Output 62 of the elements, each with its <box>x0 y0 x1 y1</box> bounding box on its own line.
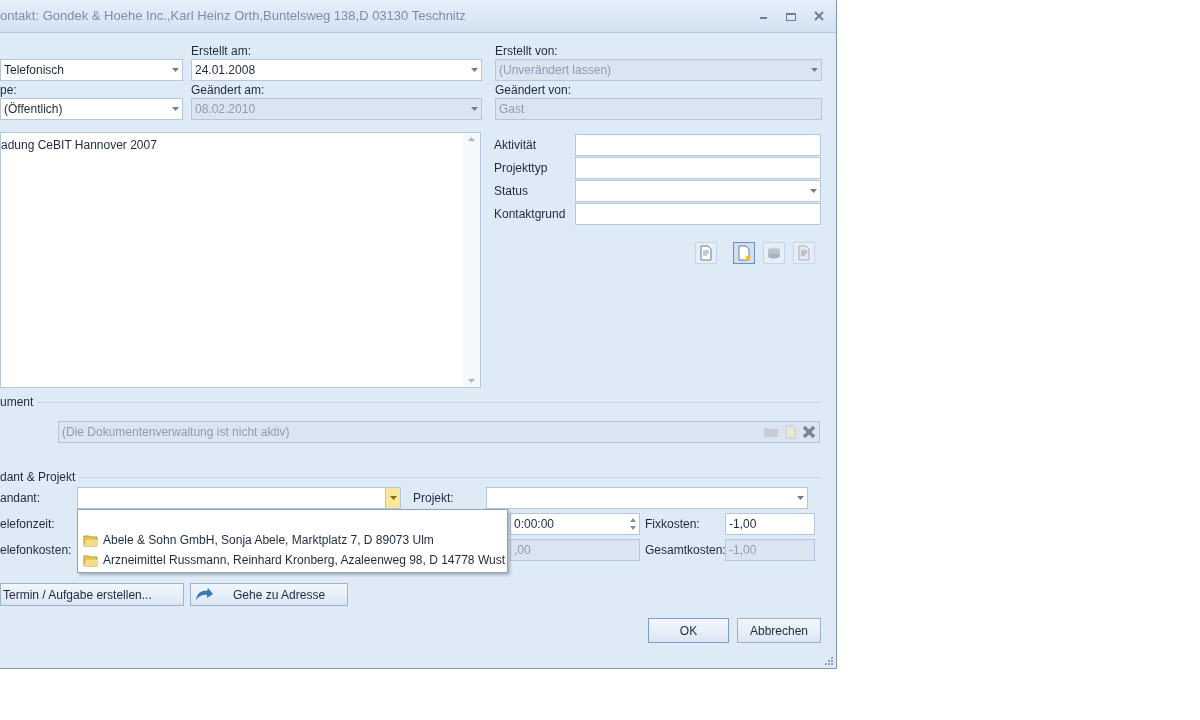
dropdown-button[interactable] <box>385 488 400 508</box>
dropdown-field[interactable] <box>77 487 401 509</box>
toolbar-button[interactable] <box>733 242 755 264</box>
field-label: andant: <box>0 490 42 507</box>
field-label: Aktivität <box>494 137 537 154</box>
caret-icon <box>797 496 804 500</box>
dropdown-field[interactable] <box>575 180 821 202</box>
memo-text: adung CeBIT Hannover 2007 <box>1 137 158 154</box>
maximize-icon[interactable] <box>786 11 796 21</box>
dropdown-field[interactable]: (Öffentlich) <box>0 98 183 120</box>
field-label: Erstellt von: <box>495 42 558 60</box>
field-label: Kontaktgrund <box>494 206 567 223</box>
create-task-button[interactable]: Termin / Aufgabe erstellen... <box>0 583 184 606</box>
field-label: Fixkosten: <box>644 516 701 533</box>
field-label: pe: <box>0 81 17 99</box>
input-field[interactable] <box>575 134 821 156</box>
caret-icon <box>471 107 478 111</box>
new-document-icon <box>736 245 752 261</box>
scrollbar[interactable] <box>463 133 480 387</box>
close-icon[interactable] <box>814 11 824 21</box>
caret-icon <box>172 68 179 72</box>
dropdown-item[interactable]: Abele & Sohn GmbH, Sonja Abele, Marktplatz 7, D 89073 Ulm <box>83 530 507 550</box>
scroll-down-icon[interactable] <box>468 379 475 383</box>
field-label: elefonkosten: <box>0 542 73 559</box>
field-label: Projekt: <box>412 490 455 507</box>
caret-icon <box>389 496 397 500</box>
dropdown-field[interactable]: 24.01.2008 <box>191 59 482 81</box>
spinner-icon[interactable] <box>630 517 636 531</box>
folder-icon <box>83 533 99 547</box>
document-icon[interactable] <box>785 425 796 439</box>
section-title: ument <box>0 394 34 411</box>
ok-button[interactable]: OK <box>648 618 729 643</box>
caret-icon <box>471 68 478 72</box>
cancel-button[interactable]: Abbrechen <box>737 618 821 643</box>
field-label: Gesamtkosten: <box>644 542 725 559</box>
input-field[interactable]: -1,00 <box>725 513 815 535</box>
dropdown-field[interactable]: Telefonisch <box>0 59 183 81</box>
field-label: Projekttyp <box>494 160 549 177</box>
caret-icon <box>172 107 179 111</box>
memo-field[interactable]: adung CeBIT Hannover 2007 <box>0 132 481 388</box>
section-title: dant & Projekt <box>0 469 76 486</box>
arrow-icon <box>195 587 213 602</box>
input-field[interactable] <box>575 157 821 179</box>
input-field[interactable]: 0:00:00 <box>510 513 640 535</box>
field-label: Erstellt am: <box>191 42 251 60</box>
delete-icon[interactable] <box>802 425 816 439</box>
field-label: Geändert von: <box>495 81 572 99</box>
go-to-address-button[interactable]: Gehe zu Adresse <box>190 583 348 606</box>
window-title: ontakt: Gondek & Hoehe Inc.,Karl Heinz Orth,Buntelsweg 138,D 03130 Teschnitz <box>0 7 467 26</box>
caret-icon <box>810 189 817 193</box>
database-icon <box>766 245 782 261</box>
folder-icon[interactable] <box>763 426 779 438</box>
field-label: Status <box>494 183 530 200</box>
input-field[interactable] <box>575 203 821 225</box>
caret-icon <box>811 68 818 72</box>
folder-icon <box>83 553 99 567</box>
field-label: elefonzeit: <box>0 516 56 533</box>
resize-grip-icon[interactable] <box>824 656 833 665</box>
field-label: Geändert am: <box>191 81 265 99</box>
dropdown-field[interactable] <box>486 487 808 509</box>
scroll-up-icon[interactable] <box>468 137 475 141</box>
dropdown-item[interactable]: Arzneimittel Russmann, Reinhard Kronberg, Azaleenweg 98, D 14778 Wust <box>83 550 507 570</box>
